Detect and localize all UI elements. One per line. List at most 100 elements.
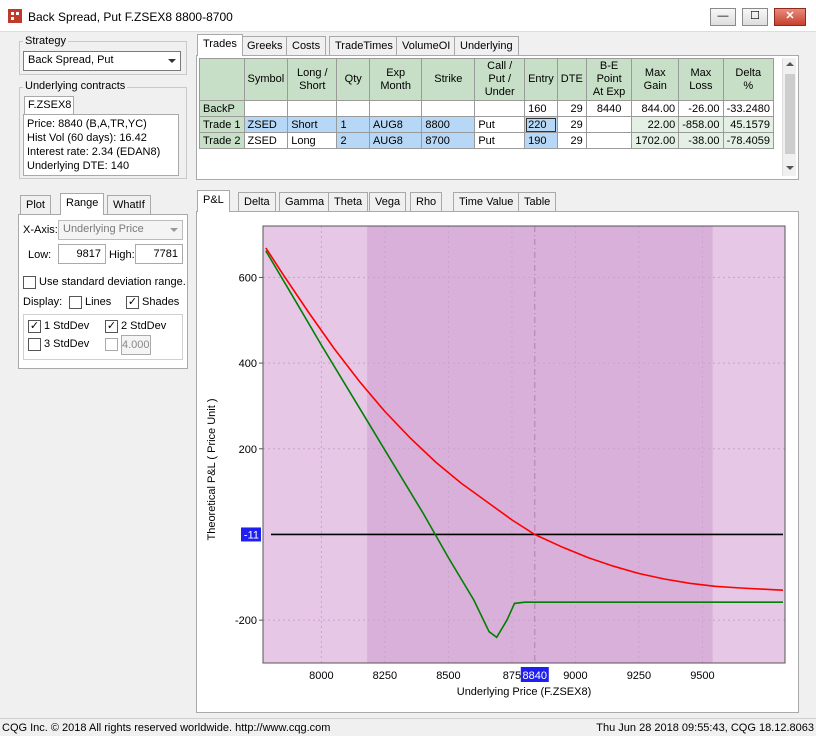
trades-table: Symbol Long / Short Qty Exp Month Strike…: [199, 58, 774, 149]
shades-checkbox[interactable]: ✓: [126, 296, 139, 309]
table-cell[interactable]: 190: [524, 132, 558, 149]
table-cell[interactable]: Long: [287, 132, 338, 149]
col-header[interactable]: Delta %: [722, 58, 774, 101]
std1-label: 1 StdDev: [44, 320, 90, 332]
underlying-dte: Underlying DTE: 140: [27, 160, 130, 172]
minimize-button[interactable]: —: [710, 8, 736, 26]
table-cell: 29: [556, 100, 587, 117]
col-header[interactable]: Exp Month: [368, 58, 423, 101]
table-row-trade2[interactable]: Trade 2 ZSED Long 2 AUG8 8700 Put 190 29…: [199, 132, 774, 149]
underlying-symbol-tab[interactable]: F.ZSEX8: [24, 96, 74, 114]
col-header[interactable]: DTE: [556, 58, 587, 101]
std3-checkbox[interactable]: [28, 338, 41, 351]
tab-whatif[interactable]: WhatIf: [107, 195, 151, 215]
lines-checkbox[interactable]: [69, 296, 82, 309]
table-cell[interactable]: 8700: [421, 132, 476, 149]
y-tick-label: -200: [235, 615, 257, 627]
tab-table[interactable]: Table: [518, 192, 557, 212]
pnl-chart: 8000 8250 8500 875 9000 9250 9500 600 400 200 -20…: [206, 225, 786, 698]
table-cell[interactable]: 220: [524, 116, 558, 133]
table-cell: 29: [556, 132, 587, 149]
row-label: Trade 1: [199, 116, 245, 133]
display-label: Display:: [23, 296, 63, 308]
trades-scrollbar[interactable]: [782, 58, 796, 176]
app-icon: [8, 9, 22, 23]
tab-theta[interactable]: Theta: [328, 192, 369, 212]
table-cell: 29: [556, 116, 587, 133]
y-tick-label: 400: [239, 358, 257, 370]
table-row-trade1[interactable]: Trade 1 ZSED Short 1 AUG8 8800 Put 220 2…: [199, 116, 774, 133]
table-cell: -858.00: [678, 116, 724, 133]
col-header[interactable]: B-E Point At Exp: [585, 58, 633, 101]
low-label: Low:: [28, 249, 52, 261]
scroll-down-icon[interactable]: [786, 166, 794, 170]
tab-rho[interactable]: Rho: [410, 192, 443, 212]
x-axis: 8000 8250 8500 875 9000 9250 9500: [309, 670, 715, 682]
scroll-thumb[interactable]: [785, 74, 795, 154]
custom-std-input[interactable]: 4.000: [121, 335, 151, 355]
tab-time-value[interactable]: Time Value: [453, 192, 520, 212]
strategy-select[interactable]: Back Spread, Put: [23, 51, 181, 71]
table-cell[interactable]: Put: [474, 116, 526, 133]
tab-gamma[interactable]: Gamma: [279, 192, 331, 212]
table-cell: [474, 100, 526, 117]
status-bar: CQG Inc. © 2018 All rights reserved worl…: [0, 718, 816, 736]
tab-costs[interactable]: Costs: [286, 36, 327, 56]
table-cell: [287, 100, 338, 117]
table-cell[interactable]: AUG8: [368, 132, 423, 149]
col-header[interactable]: Symbol: [243, 58, 289, 101]
tab-greeks[interactable]: Greeks: [241, 36, 289, 56]
timestamp-text: Thu Jun 28 2018 09:55:43, CQG 18.12.8063: [596, 722, 814, 734]
table-cell: [421, 100, 476, 117]
x-tick-label: 9000: [563, 670, 587, 682]
table-cell[interactable]: AUG8: [368, 116, 423, 133]
scroll-up-icon[interactable]: [786, 62, 794, 66]
std1-checkbox[interactable]: ✓: [28, 320, 41, 333]
tab-volumeoi[interactable]: VolumeOI: [396, 36, 457, 56]
table-cell: -26.00: [678, 100, 724, 117]
table-cell: [368, 100, 423, 117]
tab-delta[interactable]: Delta: [238, 192, 276, 212]
close-button[interactable]: ✕: [774, 8, 806, 26]
table-cell[interactable]: ZSED: [243, 132, 289, 149]
x-tick-label: 875: [503, 670, 521, 682]
col-header[interactable]: Long / Short: [287, 58, 338, 101]
table-cell: [336, 100, 370, 117]
shades-label: Shades: [142, 296, 180, 308]
col-header[interactable]: Strike: [421, 58, 476, 101]
table-cell: 8440: [585, 100, 633, 117]
col-header[interactable]: Max Loss: [678, 58, 724, 101]
table-cell[interactable]: ZSED: [243, 116, 289, 133]
tab-tradetimes[interactable]: TradeTimes: [329, 36, 399, 56]
table-cell[interactable]: 2: [336, 132, 370, 149]
x-tick-label: 8500: [436, 670, 460, 682]
tab-range[interactable]: Range: [60, 193, 105, 215]
col-header[interactable]: Qty: [336, 58, 370, 101]
tab-pnl[interactable]: P&L: [197, 190, 230, 212]
row-label: BackP: [199, 100, 245, 117]
table-row-backp[interactable]: BackP 160 29 8440 844.00 -26.00 -33.2480: [199, 100, 774, 117]
col-header[interactable]: Entry: [524, 58, 558, 101]
high-input[interactable]: 7781: [135, 244, 183, 264]
table-cell[interactable]: 1: [336, 116, 370, 133]
xaxis-select[interactable]: Underlying Price: [58, 220, 183, 240]
col-header[interactable]: Max Gain: [631, 58, 680, 101]
table-cell: [243, 100, 289, 117]
std2-checkbox[interactable]: ✓: [105, 320, 118, 333]
custom-std-checkbox[interactable]: [105, 338, 118, 351]
table-cell[interactable]: Put: [474, 132, 526, 149]
maximize-button[interactable]: ☐: [742, 8, 768, 26]
tab-plot[interactable]: Plot: [20, 195, 51, 215]
tab-underlying[interactable]: Underlying: [454, 36, 519, 56]
table-cell[interactable]: 8800: [421, 116, 476, 133]
col-header[interactable]: Call / Put / Under: [474, 58, 526, 101]
use-std-checkbox[interactable]: [23, 276, 36, 289]
tab-trades[interactable]: Trades: [197, 34, 243, 56]
tab-vega[interactable]: Vega: [369, 192, 407, 212]
x-axis-label: Underlying Price (F.ZSEX8): [457, 686, 592, 698]
underlying-label: Underlying contracts: [23, 80, 128, 92]
table-cell: 844.00: [631, 100, 680, 117]
table-cell: -78.4059: [722, 132, 774, 149]
table-cell[interactable]: Short: [287, 116, 338, 133]
low-input[interactable]: 9817: [58, 244, 106, 264]
